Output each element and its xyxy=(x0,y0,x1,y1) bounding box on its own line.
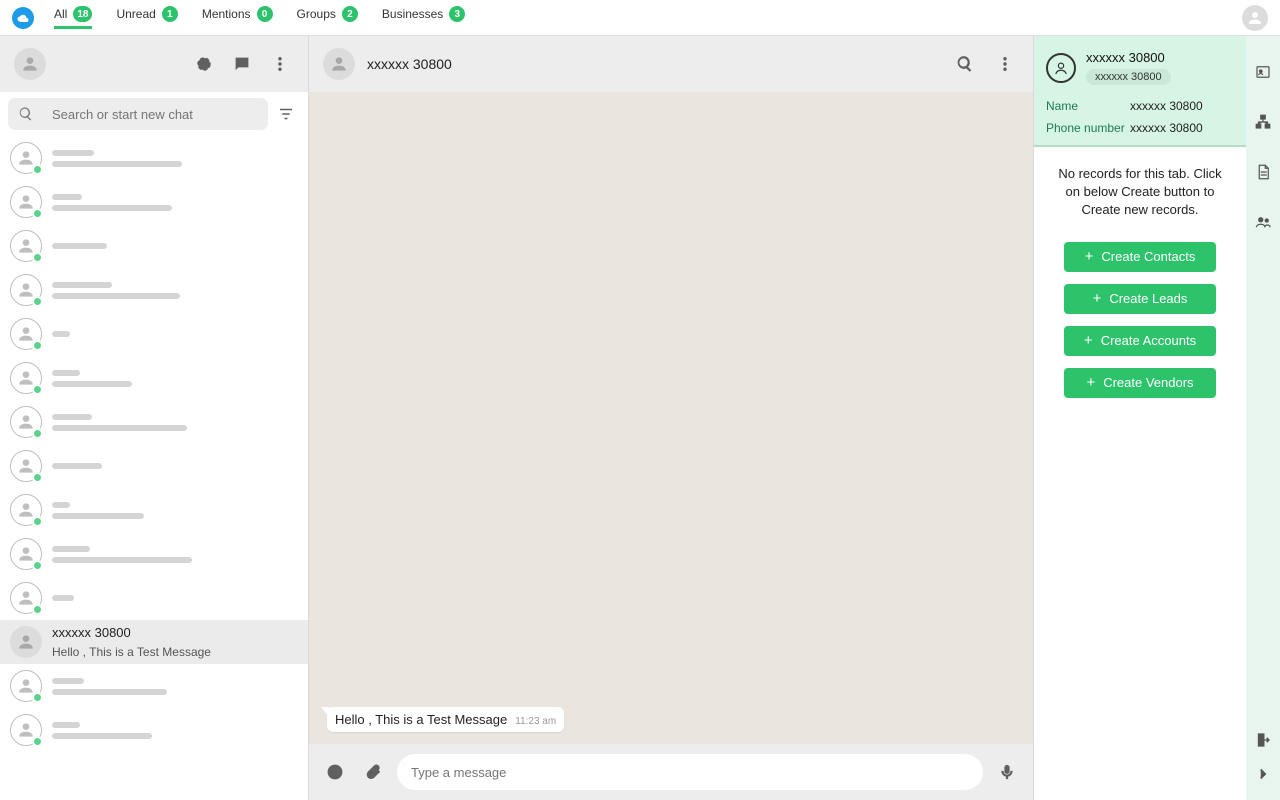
person-icon xyxy=(329,54,349,74)
tab-mentions[interactable]: Mentions 0 xyxy=(202,6,273,29)
filter-icon[interactable] xyxy=(272,100,300,128)
list-item[interactable] xyxy=(0,708,308,752)
conversation-menu-icon[interactable] xyxy=(991,50,1019,78)
search-box[interactable] xyxy=(8,98,268,130)
search-row xyxy=(0,92,308,136)
menu-dots-icon[interactable] xyxy=(266,50,294,78)
record-avatar xyxy=(1046,53,1076,83)
org-chart-icon[interactable] xyxy=(1251,110,1275,134)
chat-avatar xyxy=(10,626,42,658)
tab-badge: 2 xyxy=(342,6,358,22)
tab-label: Businesses xyxy=(382,7,443,21)
new-chat-icon[interactable] xyxy=(228,50,256,78)
person-icon xyxy=(1246,9,1264,27)
list-item-selected[interactable]: xxxxxx 30800 Hello , This is a Test Mess… xyxy=(0,620,308,664)
list-item[interactable] xyxy=(0,356,308,400)
search-icon xyxy=(18,106,34,122)
record-chip: xxxxxx 30800 xyxy=(1086,69,1171,85)
logout-icon[interactable] xyxy=(1251,728,1275,752)
status-icon[interactable] xyxy=(190,50,218,78)
chat-list-panel: xxxxxx 30800 Hello , This is a Test Mess… xyxy=(0,36,308,800)
cloud-icon xyxy=(17,12,29,24)
list-item[interactable] xyxy=(0,268,308,312)
compose-input[interactable] xyxy=(411,765,969,780)
top-tabs-bar: All 18 Unread 1 Mentions 0 Groups 2 Busi… xyxy=(0,0,1280,36)
emoji-icon[interactable] xyxy=(321,758,349,786)
app-logo xyxy=(12,7,34,29)
chat-subtitle: Hello , This is a Test Message xyxy=(52,645,298,659)
contact-card-icon[interactable] xyxy=(1251,60,1275,84)
conversation-avatar[interactable] xyxy=(323,48,355,80)
plus-icon: + xyxy=(1086,375,1095,390)
my-avatar[interactable] xyxy=(14,48,46,80)
conversation-panel: xxxxxx 30800 Hello , This is a Test Mess… xyxy=(308,36,1034,800)
people-icon[interactable] xyxy=(1251,210,1275,234)
create-accounts-button[interactable]: +Create Accounts xyxy=(1064,326,1216,356)
field-value: xxxxxx 30800 xyxy=(1130,121,1203,135)
field-label: Name xyxy=(1046,99,1130,113)
list-item[interactable] xyxy=(0,312,308,356)
chevron-right-icon[interactable] xyxy=(1251,762,1275,786)
chat-list-header xyxy=(0,36,308,92)
person-outline-icon xyxy=(1052,59,1070,77)
conversation-header: xxxxxx 30800 xyxy=(309,36,1033,92)
list-item[interactable] xyxy=(0,400,308,444)
field-label: Phone number xyxy=(1046,121,1130,135)
field-value: xxxxxx 30800 xyxy=(1130,99,1203,113)
plus-icon: + xyxy=(1084,333,1093,348)
list-item[interactable] xyxy=(0,224,308,268)
record-name: xxxxxx 30800 xyxy=(1086,50,1165,65)
chat-title: xxxxxx 30800 xyxy=(52,625,298,640)
tab-label: Groups xyxy=(297,7,336,21)
profile-avatar[interactable] xyxy=(1242,5,1268,31)
message-text: Hello , This is a Test Message xyxy=(335,712,507,727)
tab-businesses[interactable]: Businesses 3 xyxy=(382,6,465,29)
list-item[interactable] xyxy=(0,532,308,576)
side-rail xyxy=(1246,36,1280,800)
list-item[interactable] xyxy=(0,576,308,620)
tab-label: Mentions xyxy=(202,7,251,21)
tab-badge: 1 xyxy=(162,6,178,22)
tab-groups[interactable]: Groups 2 xyxy=(297,6,358,29)
composer xyxy=(309,744,1033,800)
message-incoming: Hello , This is a Test Message 11:23 am xyxy=(327,707,564,732)
record-header: xxxxxx 30800 xxxxxx 30800 xyxy=(1040,42,1240,95)
search-conversation-icon[interactable] xyxy=(951,50,979,78)
conversation-title: xxxxxx 30800 xyxy=(367,56,452,72)
no-records-text: No records for this tab. Click on below … xyxy=(1050,165,1230,220)
create-contacts-button[interactable]: +Create Contacts xyxy=(1064,242,1216,272)
tab-all[interactable]: All 18 xyxy=(54,6,92,29)
plus-icon: + xyxy=(1085,249,1094,264)
tab-badge: 0 xyxy=(257,6,273,22)
list-item[interactable] xyxy=(0,136,308,180)
list-item[interactable] xyxy=(0,180,308,224)
compose-box[interactable] xyxy=(397,754,983,790)
record-body: No records for this tab. Click on below … xyxy=(1034,147,1246,800)
tab-label: All xyxy=(54,7,67,21)
record-panel: xxxxxx 30800 xxxxxx 30800 Name xxxxxx 30… xyxy=(1034,36,1246,800)
person-icon xyxy=(20,54,40,74)
message-time: 11:23 am xyxy=(515,716,556,727)
create-leads-button[interactable]: +Create Leads xyxy=(1064,284,1216,314)
field-name: Name xxxxxx 30800 xyxy=(1040,95,1240,117)
search-input[interactable] xyxy=(52,107,258,122)
tab-badge: 3 xyxy=(449,6,465,22)
create-vendors-button[interactable]: +Create Vendors xyxy=(1064,368,1216,398)
document-icon[interactable] xyxy=(1251,160,1275,184)
chat-list[interactable]: xxxxxx 30800 Hello , This is a Test Mess… xyxy=(0,136,308,800)
plus-icon: + xyxy=(1093,291,1102,306)
person-icon xyxy=(16,632,36,652)
mic-icon[interactable] xyxy=(993,758,1021,786)
list-item[interactable] xyxy=(0,488,308,532)
list-item[interactable] xyxy=(0,444,308,488)
tab-unread[interactable]: Unread 1 xyxy=(116,6,177,29)
attach-icon[interactable] xyxy=(359,758,387,786)
message-area[interactable]: Hello , This is a Test Message 11:23 am xyxy=(309,92,1033,744)
tab-label: Unread xyxy=(116,7,155,21)
tab-badge: 18 xyxy=(73,6,92,22)
list-item[interactable] xyxy=(0,664,308,708)
field-phone: Phone number xxxxxx 30800 xyxy=(1040,117,1240,139)
tab-list: All 18 Unread 1 Mentions 0 Groups 2 Busi… xyxy=(54,6,465,29)
